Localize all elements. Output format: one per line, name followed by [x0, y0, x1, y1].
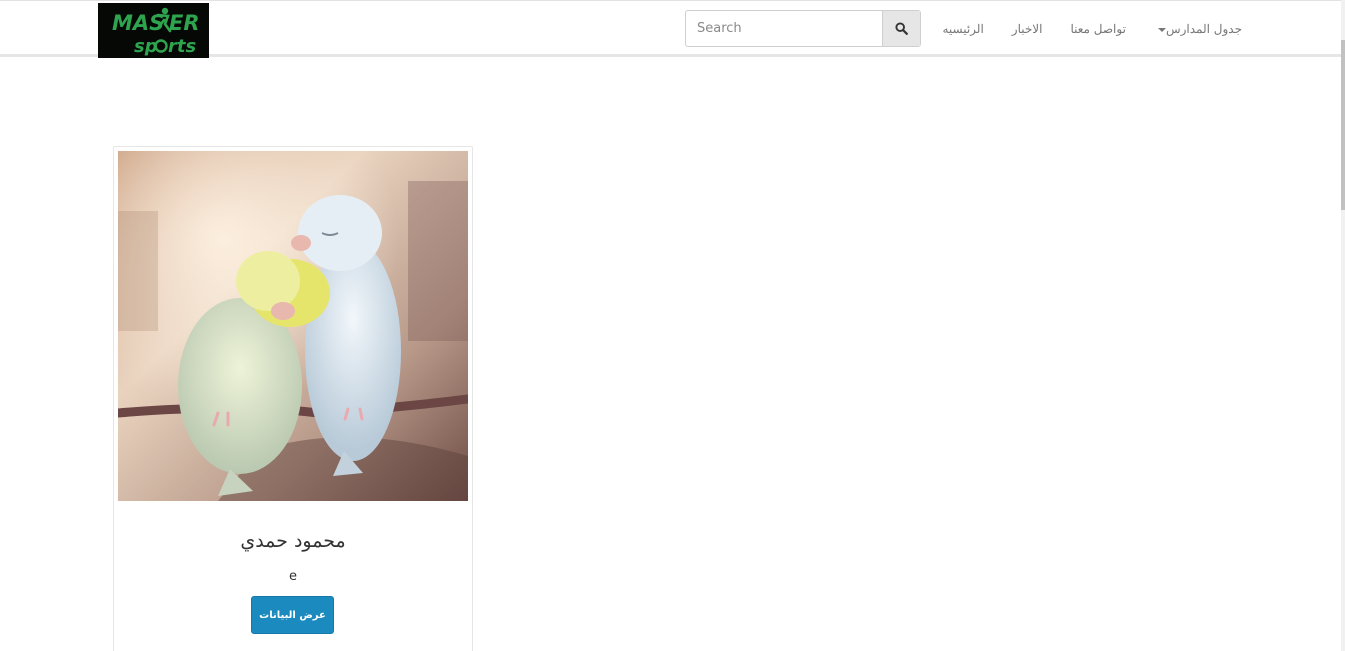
caret-down-icon: [1157, 27, 1166, 32]
logo-graphic: MAS ER sp rts: [98, 3, 209, 58]
profile-description: e: [289, 569, 297, 584]
svg-text:MAS: MAS: [112, 11, 164, 35]
nav-item-news[interactable]: الاخبار: [1012, 22, 1043, 36]
nav-item-home[interactable]: الرئيسيه: [942, 22, 983, 36]
search-input[interactable]: [686, 11, 882, 46]
svg-text:rts: rts: [168, 36, 196, 57]
main-nav: الرئيسيه الاخبار تواصل معنا جدول المدارس: [940, 19, 1242, 39]
nav-item-schools-dropdown[interactable]: جدول المدارس: [1154, 22, 1242, 36]
search-button[interactable]: [882, 11, 920, 46]
search-icon: [895, 22, 908, 35]
top-navbar: MAS ER sp rts الرئيسيه الاخبار تواصل معن…: [0, 0, 1341, 58]
budgies-photo: [118, 151, 468, 501]
svg-text:ER: ER: [169, 11, 200, 35]
page: MAS ER sp rts الرئيسيه الاخبار تواصل معن…: [0, 0, 1345, 651]
search-form: [685, 10, 921, 47]
site-logo[interactable]: MAS ER sp rts: [98, 3, 209, 58]
profile-card: محمود حمدي e عرض البيانات: [113, 146, 473, 651]
nav-item-schools-label: جدول المدارس: [1165, 22, 1242, 36]
svg-text:sp: sp: [134, 36, 158, 57]
profile-name: محمود حمدي: [240, 530, 346, 552]
profile-image: [118, 151, 468, 501]
page-scrollbar[interactable]: [1341, 0, 1345, 651]
scrollbar-thumb[interactable]: [1341, 40, 1345, 210]
view-details-button[interactable]: عرض البيانات: [251, 596, 334, 634]
nav-item-contact[interactable]: تواصل معنا: [1070, 22, 1125, 36]
